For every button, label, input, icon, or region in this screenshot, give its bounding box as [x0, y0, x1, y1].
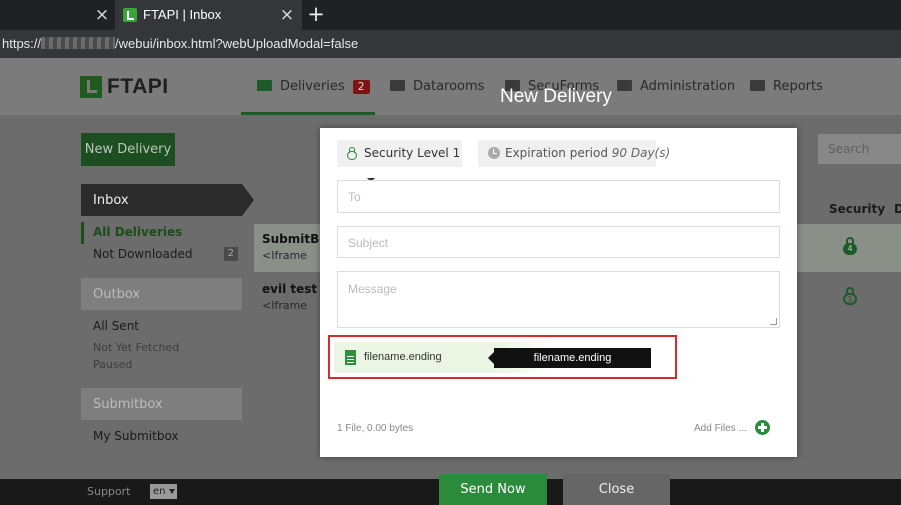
lock-level: 4: [843, 243, 857, 255]
nav-reports-label: Reports: [773, 79, 823, 94]
folder-icon: [390, 80, 405, 91]
sidebar-item-not-downloaded[interactable]: Not Downloaded 2: [81, 244, 242, 266]
sidebar-inbox-header[interactable]: Inbox: [81, 184, 254, 216]
expiration-period-button[interactable]: Expiration period 90 Day(s): [478, 140, 670, 167]
url-path: /webui/inbox.html?webUploadModal=false: [115, 36, 359, 51]
sidebar-item-all-sent[interactable]: All Sent: [81, 316, 242, 338]
close-button[interactable]: Close: [563, 474, 670, 505]
tab-close-icon[interactable]: ×: [278, 5, 296, 25]
modal-heading: New Delivery: [500, 86, 612, 107]
sidebar-outbox-header[interactable]: Outbox: [81, 278, 242, 310]
filename-tooltip: filename.ending: [488, 348, 651, 368]
row-subtitle: <Iframe: [262, 249, 308, 262]
support-link[interactable]: Support: [87, 485, 130, 498]
active-nav-underline: [241, 112, 375, 115]
sidebar-submitbox-header[interactable]: Submitbox: [81, 388, 242, 420]
send-now-button[interactable]: Send Now: [439, 474, 547, 505]
expiration-label: Expiration period: [505, 146, 608, 160]
ftapi-logo-icon: [80, 76, 102, 98]
row-subtitle: <Iframe: [262, 299, 308, 312]
tab-title: FTAPI | Inbox: [143, 7, 222, 22]
language-select[interactable]: en: [150, 484, 177, 499]
top-navigation: FTAPI Deliveries 2 Datarooms SecuForms Ad…: [0, 58, 901, 115]
nav-administration[interactable]: Administration: [617, 79, 735, 94]
new-tab-plus-icon[interactable]: +: [305, 3, 327, 25]
security-level-dropdown[interactable]: Security Level 1: [337, 140, 462, 182]
to-field[interactable]: To: [337, 180, 780, 213]
sidebar-item-all-deliveries[interactable]: All Deliveries: [81, 222, 242, 244]
search-input[interactable]: Search: [818, 134, 901, 164]
list-icon: [750, 80, 765, 91]
browser-tab-active[interactable]: FTAPI | Inbox ×: [115, 0, 302, 30]
nav-datarooms-label: Datarooms: [413, 79, 485, 94]
nav-datarooms[interactable]: Datarooms: [390, 79, 484, 94]
deliveries-count-badge: 2: [352, 80, 370, 94]
resize-handle-icon[interactable]: [770, 318, 777, 325]
spreadsheet-file-icon: [345, 350, 356, 365]
message-field[interactable]: Message: [337, 271, 780, 328]
sidebar-item-label: Not Downloaded: [93, 247, 193, 261]
nav-reports[interactable]: Reports: [750, 79, 823, 94]
sidebar-item-paused[interactable]: Paused: [81, 355, 242, 377]
sidebar-item-my-submitbox[interactable]: My Submitbox: [81, 426, 242, 448]
column-header-security[interactable]: Security: [829, 202, 885, 216]
subject-field[interactable]: Subject: [337, 226, 780, 258]
nav-administration-label: Administration: [640, 79, 736, 94]
nav-deliveries-label: Deliveries: [280, 79, 345, 94]
file-summary: 1 File, 0.00 bytes: [337, 423, 414, 434]
expiration-value: 90 Day(s): [611, 146, 671, 160]
security-level-label: Security Level 1: [364, 146, 461, 160]
nav-deliveries[interactable]: Deliveries 2: [257, 79, 370, 94]
lock-icon: [347, 147, 357, 160]
security-lock-icon: 4: [843, 237, 857, 255]
file-name: filename.ending: [364, 351, 442, 363]
address-bar[interactable]: https:// /webui/inbox.html?webUploadModal…: [0, 30, 901, 58]
logo-text: FTAPI: [107, 75, 169, 98]
new-delivery-modal: Security Level 1 Expiration period 90 Da…: [320, 128, 797, 457]
url-prefix: https://: [2, 36, 42, 51]
not-downloaded-count-badge: 2: [223, 247, 238, 261]
redacted-host: [41, 37, 116, 49]
security-lock-icon: 1: [843, 287, 857, 305]
add-files-link[interactable]: Add Files ...: [694, 423, 747, 434]
briefcase-icon: [617, 80, 632, 91]
add-circle-icon[interactable]: [755, 420, 770, 435]
lock-level: 1: [843, 293, 857, 305]
sidebar: Inbox All Deliveries Not Downloaded 2 Ou…: [81, 184, 254, 448]
sidebar-item-not-yet-fetched[interactable]: Not Yet Fetched: [81, 338, 242, 355]
ftapi-favicon-icon: [123, 8, 137, 22]
lock-body: [347, 151, 357, 160]
url-text[interactable]: https:// /webui/inbox.html?webUploadModal…: [2, 36, 358, 51]
column-header-d[interactable]: D: [894, 202, 901, 216]
message-placeholder: Message: [348, 282, 397, 296]
clock-icon: [488, 147, 500, 159]
browser-tab-strip: × FTAPI | Inbox × +: [0, 0, 901, 30]
previous-tab-close-icon[interactable]: ×: [92, 5, 112, 25]
envelope-icon: [257, 80, 272, 91]
new-delivery-button[interactable]: New Delivery: [81, 133, 175, 166]
